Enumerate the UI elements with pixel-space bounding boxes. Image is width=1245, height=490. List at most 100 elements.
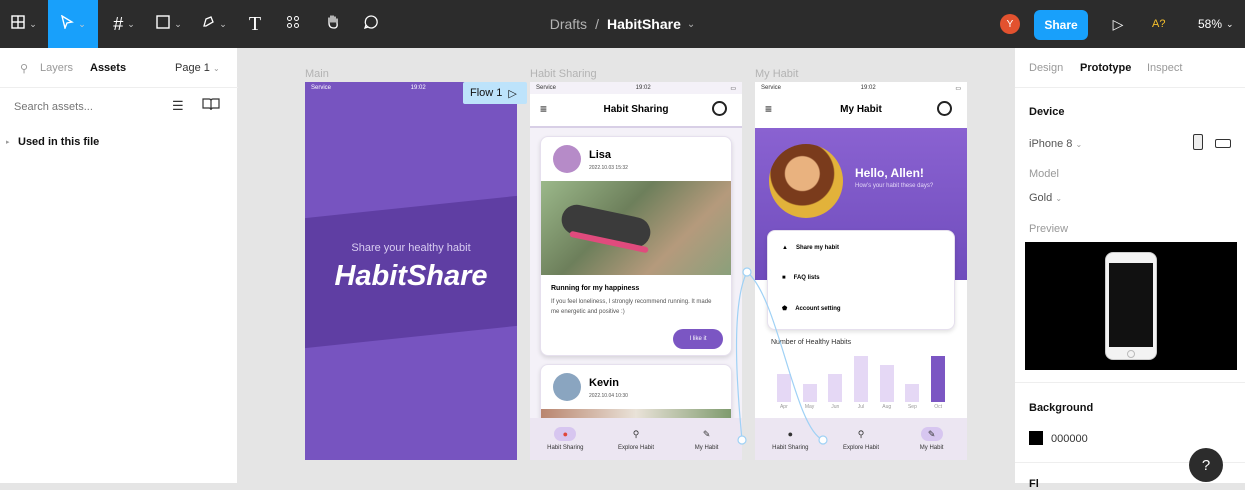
file-name[interactable]: HabitShare: [607, 16, 681, 32]
present-play-icon[interactable]: ▷: [1108, 14, 1128, 34]
comment-tool-button[interactable]: [356, 0, 386, 48]
app-logo: HabitShare: [334, 260, 488, 292]
canvas[interactable]: Main Habit Sharing My Habit Service 19:0…: [239, 48, 1014, 483]
figma-menu-icon: [11, 14, 25, 34]
status-time: 19:02: [410, 85, 426, 91]
cursor-arrow-icon: [60, 14, 75, 34]
nav-item-habit-sharing[interactable]: ● Habit Sharing: [535, 427, 595, 451]
search-icon[interactable]: ⚲: [20, 62, 28, 75]
rectangle-icon: [156, 14, 170, 34]
screen-title: My Habit: [840, 104, 882, 115]
main-menu-button[interactable]: ⌄: [0, 0, 48, 48]
triangle-icon: ▲: [782, 245, 788, 251]
nav-item-explore-habit[interactable]: ⚲ Explore Habit: [606, 427, 666, 452]
profile-icon[interactable]: [937, 101, 952, 116]
background-hex-value[interactable]: 000000: [1051, 433, 1088, 445]
device-dropdown[interactable]: iPhone 8 ⌄: [1029, 138, 1082, 150]
landscape-orientation-icon[interactable]: [1215, 139, 1231, 148]
pen-icon: [201, 15, 215, 34]
frame-label-habit-sharing[interactable]: Habit Sharing: [530, 68, 597, 80]
ai-badge[interactable]: A?: [1152, 14, 1165, 34]
menu-item-faq[interactable]: ■ FAQ lists: [782, 275, 820, 281]
right-panel: Design Prototype Inspect Device iPhone 8…: [1014, 48, 1245, 490]
text-tool-button[interactable]: T: [240, 0, 270, 48]
share-button[interactable]: Share: [1034, 10, 1088, 40]
bottom-nav: ● Habit Sharing ⚲ Explore Habit ✎ My Hab…: [755, 418, 967, 460]
post-date: 2022.10.03 15:32: [589, 165, 628, 171]
move-tool-button[interactable]: ⌄: [48, 0, 98, 48]
menu-label: Account setting: [795, 306, 841, 312]
pen-tool-button[interactable]: ⌄: [192, 0, 236, 48]
frame-label-main[interactable]: Main: [305, 68, 329, 80]
chevron-down-icon: ⌄: [1226, 18, 1234, 29]
nav-label: Explore Habit: [617, 445, 654, 451]
menu-label: FAQ lists: [793, 275, 820, 281]
zoom-dropdown[interactable]: 58% ⌄: [1198, 14, 1234, 34]
nav-item-my-habit[interactable]: ✎ My Habit: [677, 427, 737, 452]
iphone-screen: [1109, 263, 1153, 347]
caret-right-icon[interactable]: ▸: [6, 138, 10, 146]
post-photo: [541, 181, 731, 275]
chevron-down-icon: ⌄: [219, 18, 227, 29]
like-button[interactable]: I like it: [673, 329, 723, 349]
library-book-icon[interactable]: [202, 97, 220, 116]
avatar[interactable]: Y: [1000, 14, 1020, 34]
menu-item-account[interactable]: ⬟ Account setting: [782, 305, 841, 312]
tab-layers[interactable]: Layers: [40, 62, 73, 74]
section-used-in-file[interactable]: Used in this file: [18, 136, 99, 148]
right-panel-tabs: Design Prototype Inspect: [1015, 48, 1245, 88]
frame-main[interactable]: Service 19:02 ▭ Share your healthy habit…: [305, 82, 517, 460]
model-dropdown[interactable]: Gold ⌄: [1029, 192, 1062, 204]
text-icon: T: [248, 12, 262, 35]
avatar: [553, 145, 581, 173]
chevron-down-icon[interactable]: ⌄: [687, 19, 695, 30]
background-heading: Background: [1029, 402, 1094, 414]
list-view-icon[interactable]: ☰: [172, 98, 184, 114]
app-header: ≡ My Habit: [755, 94, 967, 128]
battery-icon: ▭: [730, 85, 736, 92]
profile-icon[interactable]: [712, 101, 727, 116]
chart-bar: [854, 356, 868, 402]
habit-bar-chart: [771, 354, 951, 402]
frame-label-my-habit[interactable]: My Habit: [755, 68, 798, 80]
battery-icon: ▭: [955, 85, 961, 92]
pentagon-icon: ⬟: [782, 306, 788, 312]
chart-tick-label: Apr: [779, 404, 788, 410]
bottom-nav: ● Habit Sharing ⚲ Explore Habit ✎ My Hab…: [530, 418, 742, 460]
tab-prototype[interactable]: Prototype: [1080, 62, 1131, 74]
status-carrier: Service: [536, 85, 557, 91]
tab-design[interactable]: Design: [1029, 62, 1063, 74]
resources-button[interactable]: [278, 0, 308, 48]
background-color-swatch[interactable]: [1029, 431, 1043, 445]
device-preview: [1025, 242, 1237, 370]
flow-starting-points-heading: Fl: [1029, 478, 1039, 490]
frame-tool-button[interactable]: # ⌄: [102, 0, 146, 48]
nav-item-habit-sharing[interactable]: ● Habit Sharing: [760, 427, 820, 451]
status-time: 19:02: [635, 85, 651, 91]
post-card[interactable]: Lisa 2022.10.03 15:32 Running for my hap…: [540, 136, 732, 356]
breadcrumb-drafts[interactable]: Drafts: [550, 16, 587, 32]
post-card[interactable]: Kevin 2022.10.04 10:30: [540, 364, 732, 425]
chevron-down-icon: ⌄: [1075, 140, 1083, 149]
tab-assets[interactable]: Assets: [90, 62, 126, 74]
chart-bar: [802, 384, 817, 402]
greeting: Hello, Allen!: [855, 166, 924, 180]
frame-my-habit[interactable]: Service 19:02 ▭ ≡ My Habit Hello, Allen!…: [755, 82, 967, 460]
page-selector[interactable]: Page 1 ⌄: [175, 62, 220, 74]
search-assets-input[interactable]: [14, 98, 154, 116]
frame-habit-sharing[interactable]: Service 19:02 ▭ ≡ Habit Sharing Lisa 202…: [530, 82, 742, 460]
hand-tool-button[interactable]: [318, 0, 348, 48]
nav-item-explore-habit[interactable]: ⚲ Explore Habit: [831, 427, 891, 452]
chart-bar: [905, 384, 920, 402]
status-time: 19:02: [860, 85, 876, 91]
nav-item-my-habit[interactable]: ✎ My Habit: [902, 427, 962, 451]
chevron-down-icon: ⌄: [1055, 194, 1063, 203]
post-date: 2022.10.04 10:30: [589, 393, 628, 399]
help-button[interactable]: ?: [1189, 448, 1223, 482]
shape-tool-button[interactable]: ⌄: [148, 0, 190, 48]
tab-inspect[interactable]: Inspect: [1147, 62, 1182, 74]
flow-start-badge[interactable]: Flow 1 ▷: [463, 82, 527, 104]
menu-item-share-habit[interactable]: ▲ Share my habit: [782, 245, 839, 251]
portrait-orientation-icon[interactable]: [1193, 134, 1203, 150]
chart-tick-label: Jul: [857, 404, 865, 410]
